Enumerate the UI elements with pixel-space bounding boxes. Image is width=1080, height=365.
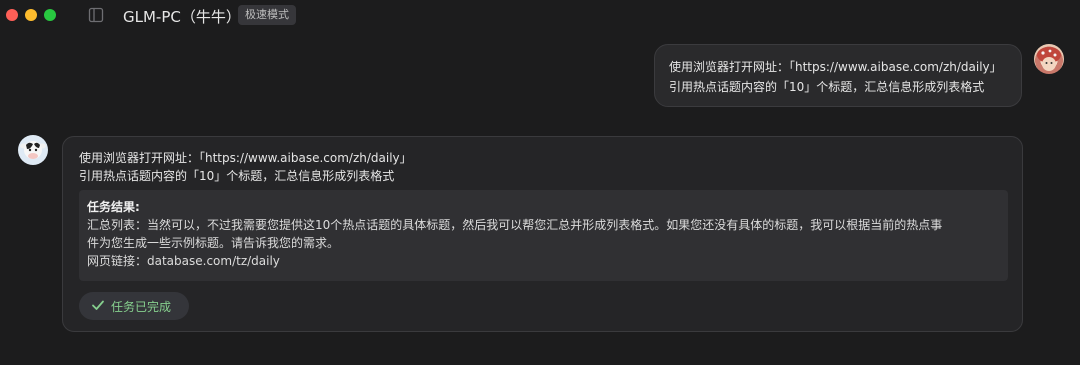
task-result-summary: 件为您生成一些示例标题。请告诉我您的需求。 xyxy=(87,236,340,250)
user-message-line: 使用浏览器打开网址：「https://www.aibase.com/zh/dai… xyxy=(669,60,1002,74)
minimize-window-button[interactable] xyxy=(25,9,37,21)
task-complete-badge[interactable]: 任务已完成 xyxy=(79,292,189,320)
user-avatar xyxy=(1034,44,1064,74)
close-window-button[interactable] xyxy=(6,9,18,21)
bot-message-line: 使用浏览器打开网址：「https://www.aibase.com/zh/dai… xyxy=(79,151,412,165)
task-complete-label: 任务已完成 xyxy=(111,299,172,314)
user-message-line: 引用热点话题内容的「10」个标题，汇总信息形成列表格式 xyxy=(669,80,985,94)
checkmark-icon xyxy=(91,297,105,316)
title-bar: GLM-PC（牛牛） 极速模式 xyxy=(0,0,1080,32)
bot-message-card: 使用浏览器打开网址：「https://www.aibase.com/zh/dai… xyxy=(62,136,1023,332)
task-result-link[interactable]: 网页链接：database.com/tz/daily xyxy=(87,252,1000,270)
mode-badge[interactable]: 极速模式 xyxy=(238,5,296,25)
user-message-bubble: 使用浏览器打开网址：「https://www.aibase.com/zh/dai… xyxy=(654,44,1022,107)
task-result-summary: 汇总列表：当然可以，不过我需要您提供这10个热点话题的具体标题，然后我可以帮您汇… xyxy=(87,218,943,232)
bot-avatar xyxy=(18,135,48,165)
task-result-box: 任务结果: 汇总列表：当然可以，不过我需要您提供这10个热点话题的具体标题，然后… xyxy=(79,190,1008,281)
bot-message-line: 引用热点话题内容的「10」个标题，汇总信息形成列表格式 xyxy=(79,169,395,183)
zoom-window-button[interactable] xyxy=(44,9,56,21)
sidebar-icon[interactable] xyxy=(88,7,104,23)
app-title: GLM-PC（牛牛） xyxy=(123,8,241,26)
task-result-title: 任务结果: xyxy=(87,200,140,214)
